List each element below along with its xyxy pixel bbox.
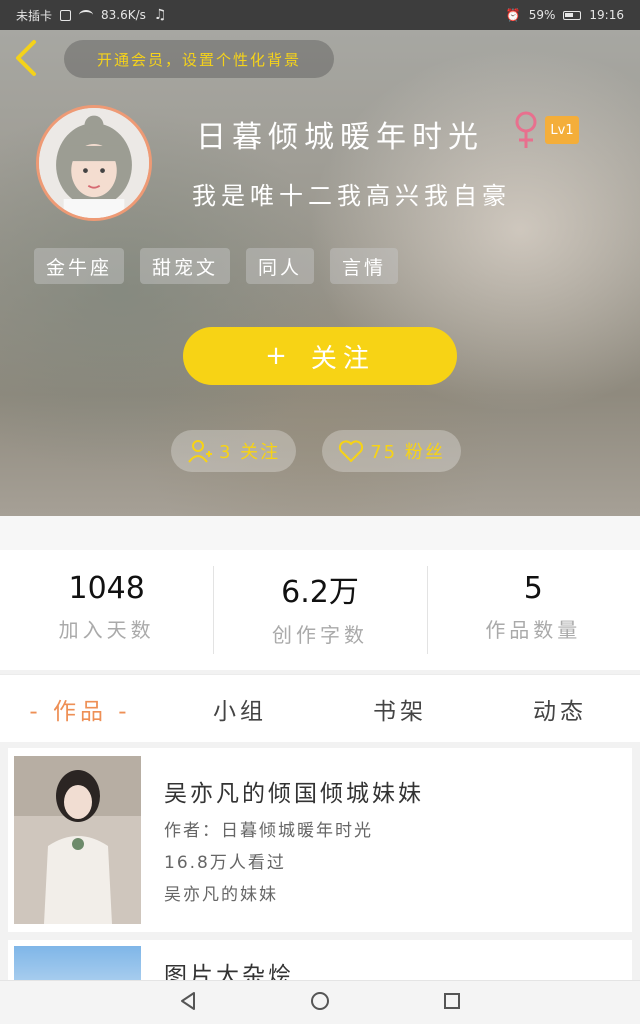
- level-badge: Lv1: [545, 116, 579, 144]
- network-speed: 83.6K/s: [101, 8, 146, 22]
- add-user-icon: [188, 440, 212, 463]
- social-counts: 3 关注 75 粉丝: [171, 430, 461, 472]
- signature: 我是唯十二我高兴我自豪: [192, 182, 511, 210]
- stat-word-count: 6.2万 创作字数: [213, 550, 426, 670]
- follow-button-label: 关注: [310, 343, 375, 374]
- nav-home-button[interactable]: [308, 989, 332, 1017]
- music-icon: ♫: [153, 7, 167, 23]
- username: 日暮倾城暖年时光: [196, 120, 484, 155]
- stat-label: 加入天数: [58, 618, 155, 642]
- female-icon: [515, 111, 537, 148]
- stat-label: 创作字数: [271, 622, 368, 647]
- stat-join-days: 1048 加入天数: [0, 550, 213, 670]
- work-cover-image: [14, 756, 141, 924]
- avatar[interactable]: [36, 105, 152, 221]
- tab-bookshelf[interactable]: 书架: [320, 692, 480, 726]
- work-views: 16.8万人看过: [164, 853, 286, 873]
- works-list: 吴亦凡的倾国倾城妹妹 作者：日暮倾城暖年时光 16.8万人看过 吴亦凡的妹妹 图…: [0, 742, 640, 980]
- battery-icon: [563, 10, 582, 20]
- stat-works-count: 5 作品数量: [426, 550, 640, 670]
- status-bar: 未插卡 83.6K/s ♫ ⏰ 59% 19:16: [0, 0, 640, 30]
- tag-list: 金牛座 甜宠文 同人 言情: [34, 248, 399, 284]
- carrier-text: 未插卡: [16, 8, 53, 23]
- system-nav-bar: [0, 980, 640, 1024]
- nav-back-button[interactable]: [176, 989, 200, 1017]
- list-item[interactable]: 图片大杂烩: [8, 940, 632, 980]
- stat-label: 作品数量: [485, 618, 582, 642]
- stat-value: 5: [523, 571, 543, 606]
- tag[interactable]: 金牛座: [34, 248, 125, 284]
- stats-panel: 1048 加入天数 6.2万 创作字数 5 作品数量: [0, 550, 640, 670]
- wifi-icon: [79, 10, 94, 20]
- tab-groups[interactable]: 小组: [160, 692, 320, 726]
- square-recents-icon: [444, 992, 460, 1009]
- tab-activity[interactable]: 动态: [480, 692, 640, 726]
- follow-button[interactable]: + 关注: [183, 327, 457, 385]
- following-count-button[interactable]: 3 关注: [171, 430, 297, 472]
- plus-icon: +: [265, 341, 293, 371]
- following-count: 3 关注: [219, 442, 281, 463]
- clock: 19:16: [589, 8, 624, 22]
- alarm-icon: ⏰: [505, 8, 521, 22]
- work-author: 作者：日暮倾城暖年时光: [164, 821, 373, 841]
- fans-count: 75 粉丝: [370, 442, 445, 463]
- profile-tabs: - 作品 - 小组 书架 动态: [0, 674, 640, 742]
- circle-home-icon: [311, 991, 329, 1010]
- stat-value: 6.2万: [281, 574, 359, 610]
- triangle-back-icon: [181, 991, 195, 1010]
- back-button[interactable]: [8, 38, 44, 78]
- work-title: 图片大杂烩: [164, 963, 294, 980]
- list-item[interactable]: 吴亦凡的倾国倾城妹妹 作者：日暮倾城暖年时光 16.8万人看过 吴亦凡的妹妹: [8, 748, 632, 932]
- profile-header: 开通会员，设置个性化背景 日暮倾城暖年时光 Lv1 我是唯十二我高兴我自豪 金牛…: [0, 30, 640, 516]
- tag[interactable]: 言情: [330, 248, 399, 284]
- battery-percent: 59%: [528, 8, 556, 22]
- fans-count-button[interactable]: 75 粉丝: [322, 430, 461, 472]
- work-cover-image: [14, 946, 141, 980]
- spacer: [0, 516, 640, 550]
- tab-works[interactable]: - 作品 -: [0, 692, 160, 726]
- work-title: 吴亦凡的倾国倾城妹妹: [164, 781, 424, 807]
- chevron-left-icon: [16, 40, 36, 76]
- vip-background-banner[interactable]: 开通会员，设置个性化背景: [64, 40, 334, 78]
- work-tag: 吴亦凡的妹妹: [164, 885, 278, 905]
- tag[interactable]: 同人: [246, 248, 315, 284]
- tag[interactable]: 甜宠文: [140, 248, 231, 284]
- heart-icon: [339, 440, 364, 462]
- sim-icon: [60, 9, 72, 21]
- nav-recents-button[interactable]: [440, 989, 464, 1017]
- stat-value: 1048: [68, 571, 145, 606]
